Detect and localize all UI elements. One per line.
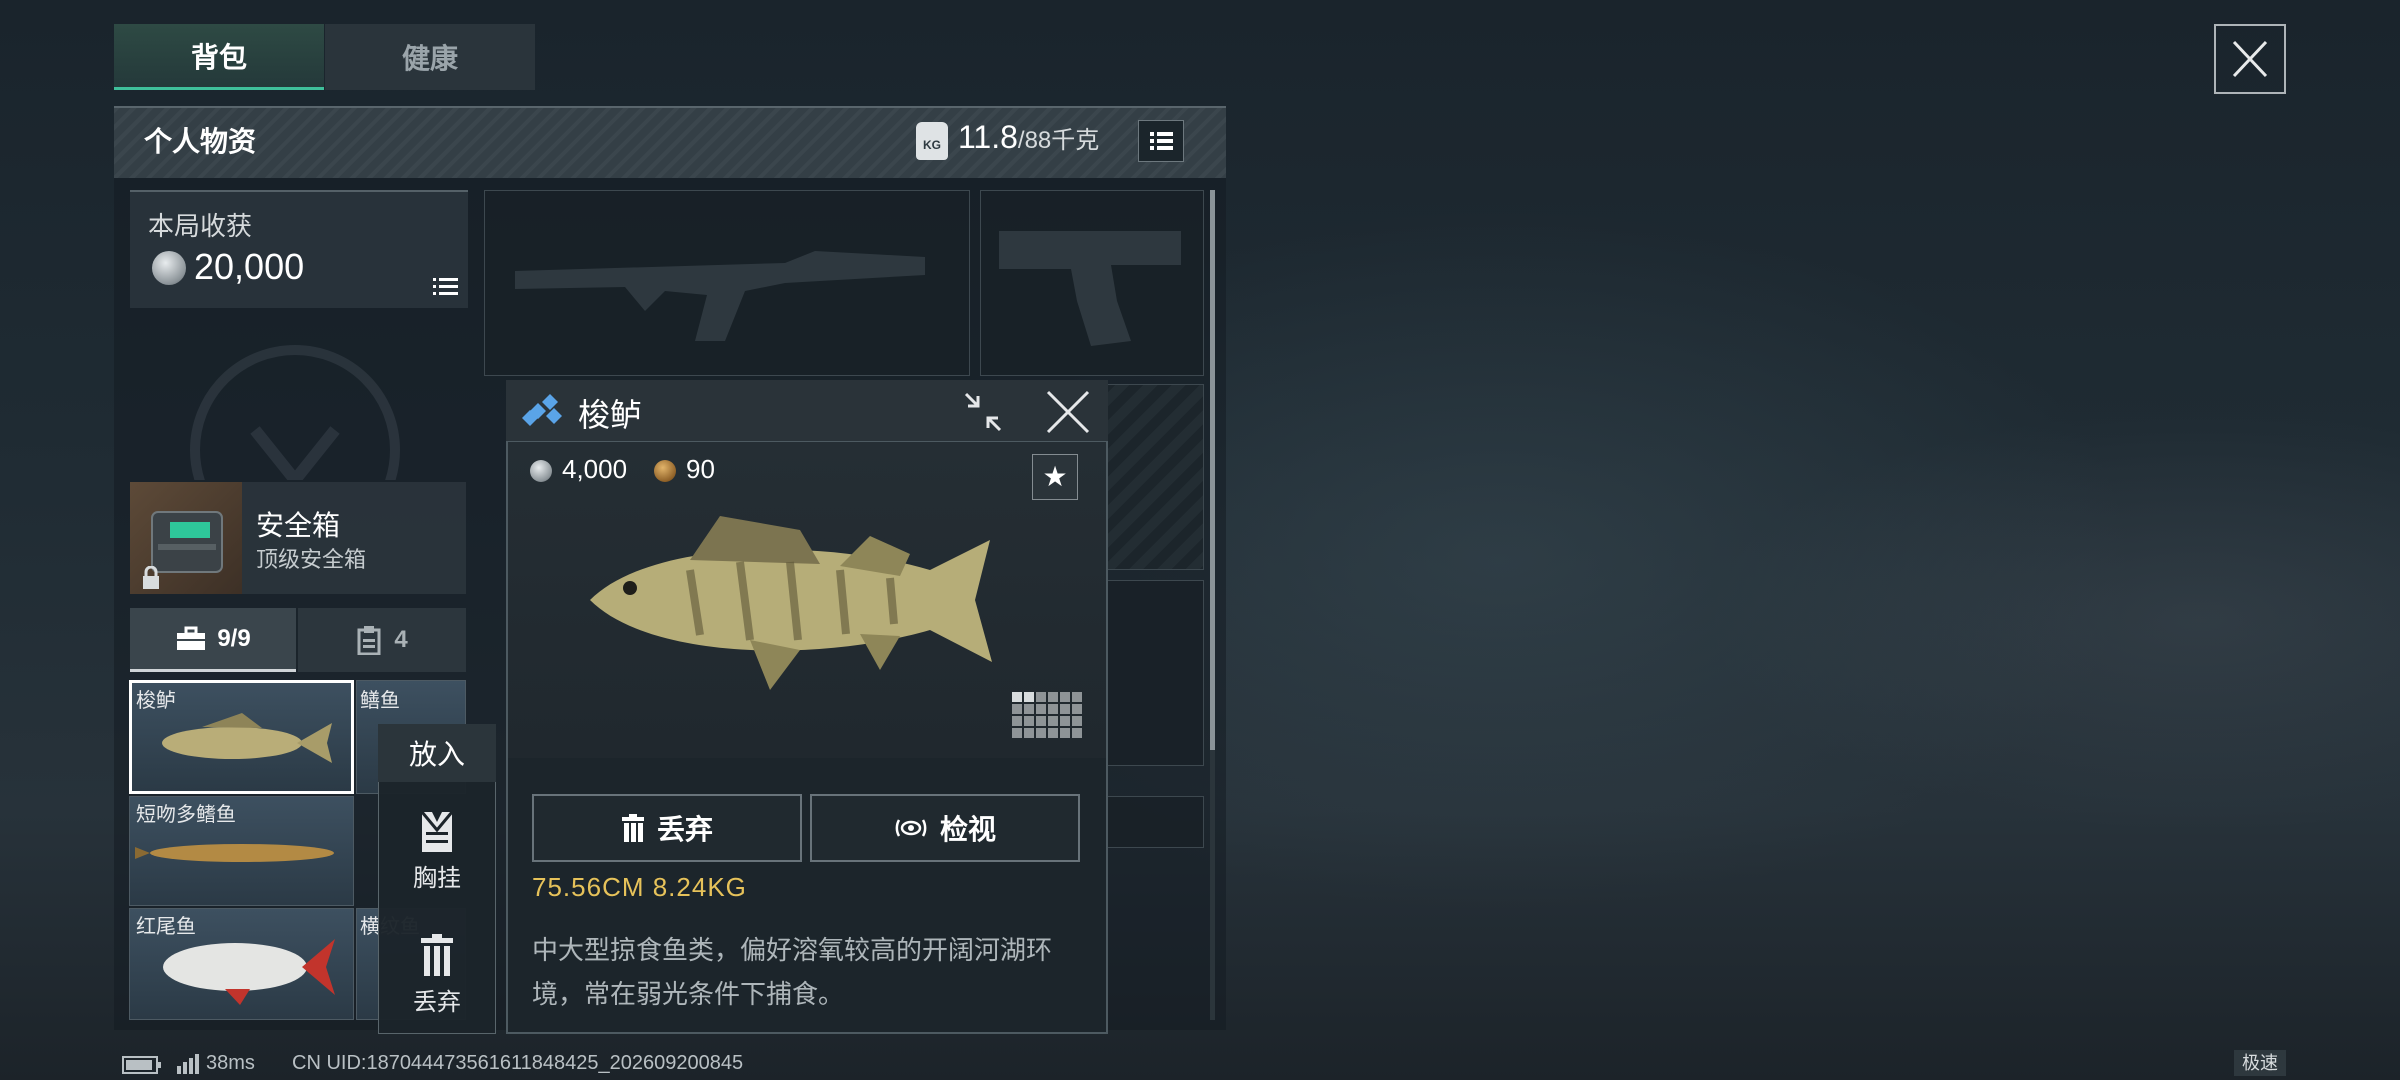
- pocket-count: 9/9: [217, 624, 251, 652]
- battery-icon: [122, 1056, 162, 1079]
- fish-label: 红尾鱼: [136, 916, 196, 938]
- harvest-label: 本局收获: [148, 211, 253, 241]
- collapse-icon: [964, 392, 1002, 432]
- inspect-label: 检视: [939, 814, 996, 845]
- rifle-silhouette-icon: [515, 251, 925, 341]
- pistol-silhouette-icon: [999, 231, 1181, 346]
- item-secondary-value: 90: [686, 454, 715, 484]
- context-menu-header: 放入: [378, 724, 496, 782]
- item-price: 4,000: [562, 454, 628, 484]
- secure-box-name: 安全箱: [256, 510, 341, 541]
- inventory-list-button[interactable]: [1138, 120, 1184, 162]
- tab-pocket[interactable]: 9/9: [130, 608, 296, 672]
- weight-icon: KG: [916, 122, 948, 160]
- close-button[interactable]: [2214, 24, 2286, 94]
- harvest-list-icon[interactable]: [432, 276, 460, 303]
- list-icon: [1150, 132, 1173, 150]
- coin-icon: [530, 460, 552, 482]
- tab-health[interactable]: 健康: [325, 24, 535, 90]
- fish-label: 鳝鱼: [360, 690, 400, 712]
- close-icon: [1046, 390, 1090, 434]
- discard-label: 丢弃: [656, 814, 713, 845]
- weight-max: /88千克: [1017, 127, 1100, 154]
- primary-weapon-slot[interactable]: [484, 190, 970, 376]
- item-size-grid-icon: [1012, 692, 1082, 743]
- equipment-slot[interactable]: [1100, 580, 1204, 766]
- inspect-icon: [895, 819, 927, 837]
- tab-storage[interactable]: 4: [298, 608, 466, 672]
- item-dimensions: 75.56CM 8.24KG: [532, 872, 747, 902]
- trash-icon: [418, 934, 456, 983]
- inspect-button[interactable]: 检视: [810, 794, 1080, 862]
- clipboard-icon: [357, 626, 381, 655]
- harvest-value: 20,000: [194, 246, 305, 287]
- storage-count: 4: [394, 626, 408, 653]
- briefcase-icon: [177, 626, 206, 650]
- speed-badge: 极速: [2234, 1050, 2286, 1076]
- fish-image: [570, 500, 1040, 705]
- trash-icon: [621, 814, 644, 842]
- faction-emblem: [180, 340, 410, 555]
- fish-label: 短吻多鳍鱼: [136, 804, 236, 826]
- extra-slot[interactable]: [1100, 796, 1204, 848]
- ping-text: 38ms: [206, 1052, 255, 1074]
- melee-slot[interactable]: [1100, 384, 1204, 570]
- scrollbar[interactable]: [1210, 190, 1215, 1020]
- vest-icon: [418, 810, 456, 859]
- popup-title: 梭鲈: [578, 397, 643, 433]
- tab-backpack[interactable]: 背包: [114, 24, 324, 90]
- secure-box-subtitle: 顶级安全箱: [256, 547, 367, 572]
- menu-item-vest[interactable]: 胸挂: [378, 858, 496, 893]
- inventory-title: 个人物资: [144, 126, 257, 157]
- scrollbar-thumb[interactable]: [1210, 190, 1215, 750]
- rarity-icon: [520, 392, 570, 435]
- star-icon: ★: [1042, 461, 1068, 492]
- menu-item-discard[interactable]: 丢弃: [378, 982, 496, 1017]
- sidearm-slot[interactable]: [980, 190, 1204, 376]
- item-description: 中大型掠食鱼类，偏好溶氧较高的开阔河湖环境，常在弱光条件下捕食。: [532, 935, 1053, 1009]
- weight-current: 11.8: [958, 119, 1018, 155]
- discard-button[interactable]: 丢弃: [532, 794, 802, 862]
- signal-icon: [176, 1054, 200, 1079]
- lock-icon: [140, 565, 162, 595]
- bronze-coin-icon: [654, 460, 676, 482]
- popup-close-button[interactable]: [1042, 388, 1094, 436]
- uid-text: CN UID:18704447356161184842​5_2026092008…: [292, 1052, 744, 1074]
- favorite-button[interactable]: ★: [1032, 454, 1078, 500]
- weight-readout: 11.8/88千克: [958, 119, 1099, 156]
- collapse-button[interactable]: [958, 388, 1008, 436]
- fish-label: 梭鲈: [136, 690, 176, 712]
- close-icon: [2232, 40, 2268, 78]
- coin-icon: [152, 251, 186, 285]
